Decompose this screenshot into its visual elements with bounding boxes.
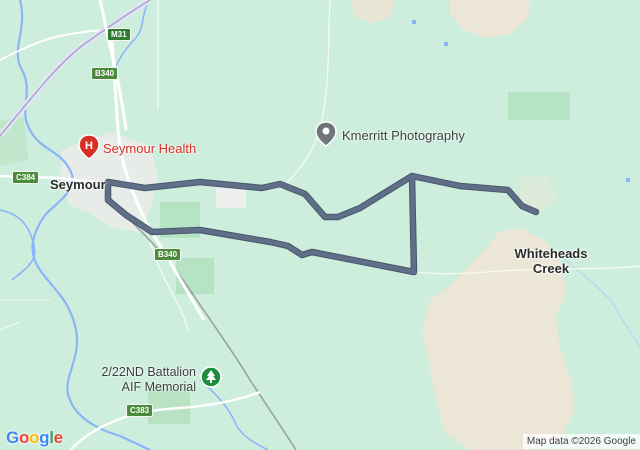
memorial-marker-icon[interactable] xyxy=(200,366,222,390)
forest-patch-3 xyxy=(176,258,214,294)
town-label-whiteheads-creek-line2: Creek xyxy=(532,261,570,276)
google-logo-g1: G xyxy=(6,428,19,447)
map-attribution[interactable]: Map data ©2026 Google xyxy=(522,434,640,449)
town-label-whiteheads-creek-line1: Whiteheads xyxy=(514,246,588,261)
map-view[interactable]: H Seymour Health Kmerritt Photography Se… xyxy=(0,0,640,450)
pond-3 xyxy=(626,178,630,182)
road-shield-b340-south: B340 xyxy=(154,248,182,261)
forest-patch-5 xyxy=(0,118,28,166)
road-shield-m31: M31 xyxy=(107,28,131,41)
town-area-2 xyxy=(216,186,246,208)
hospital-label[interactable]: Seymour Health xyxy=(103,141,196,156)
google-logo-o1: o xyxy=(18,428,30,447)
google-logo[interactable]: Google xyxy=(6,428,63,448)
svg-text:H: H xyxy=(85,140,93,152)
google-logo-e: e xyxy=(53,428,63,447)
road-shield-c383: C383 xyxy=(126,404,154,417)
memorial-label[interactable]: 2/22ND Battalion AIF Memorial xyxy=(84,365,196,395)
memorial-label-line2: AIF Memorial xyxy=(121,380,196,394)
forest-patch-2 xyxy=(508,92,570,120)
road-shield-b340-north: B340 xyxy=(91,67,119,80)
google-logo-g2: g xyxy=(39,428,50,447)
road-shield-c384: C384 xyxy=(12,171,40,184)
hospital-marker-icon[interactable]: H xyxy=(78,134,100,160)
google-logo-o2: o xyxy=(29,428,40,447)
pond-2 xyxy=(444,42,448,46)
town-label-whiteheads-creek: Whiteheads Creek xyxy=(512,246,590,276)
memorial-label-line1: 2/22ND Battalion xyxy=(101,365,196,379)
photography-marker-icon[interactable] xyxy=(315,121,337,147)
town-label-seymour: Seymour xyxy=(50,177,106,192)
pond-1 xyxy=(412,20,416,24)
photography-label[interactable]: Kmerritt Photography xyxy=(342,128,465,143)
